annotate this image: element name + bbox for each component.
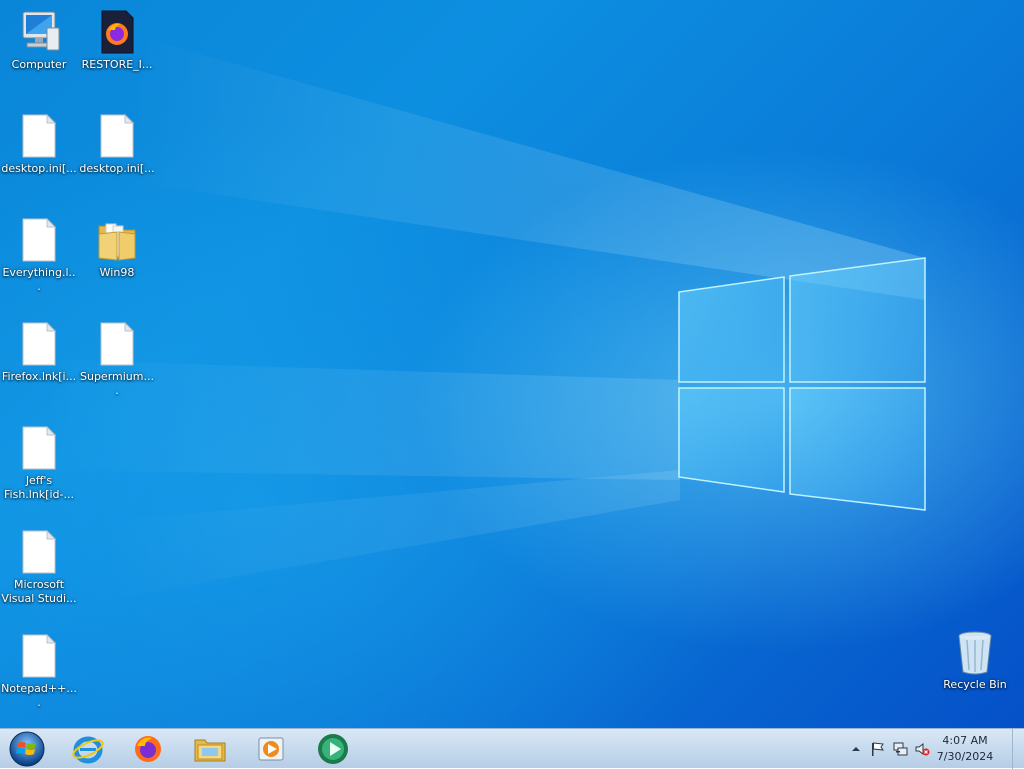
desktop-icon-notepad-plus[interactable]: Notepad++.... — [0, 632, 78, 710]
taskbar: 4:07 AM 7/30/2024 — [0, 728, 1024, 769]
folder-icon — [98, 223, 136, 261]
desktop-icon-desktop-ini-1[interactable]: desktop.ini[... — [0, 112, 78, 176]
windows-logo-icon — [9, 731, 45, 767]
taskbar-media-center[interactable] — [306, 731, 360, 767]
icon-label: Supermium.... — [80, 370, 154, 397]
icon-label: Firefox.lnk[i... — [1, 370, 77, 383]
desktop-icon-firefox-lnk[interactable]: Firefox.lnk[i... — [0, 320, 78, 384]
icon-label: RESTORE_I... — [81, 58, 153, 71]
desktop-icon-visual-studio[interactable]: Microsoft Visual Studi... — [0, 528, 78, 606]
file-icon — [22, 425, 57, 470]
show-hidden-icons-icon[interactable] — [848, 741, 864, 757]
computer-icon — [22, 11, 60, 51]
desktop-icon-restore[interactable]: RESTORE_I... — [78, 8, 156, 72]
desktop-icon-win98[interactable]: Win98 — [78, 216, 156, 280]
media-player-icon — [258, 737, 284, 761]
icon-label: Jeff's Fish.lnk[id-... — [4, 474, 74, 501]
taskbar-media-player[interactable] — [244, 731, 298, 767]
icon-label: Microsoft Visual Studi... — [1, 578, 77, 605]
file-icon — [22, 529, 57, 574]
icon-label: desktop.ini[... — [79, 162, 155, 175]
file-icon — [22, 321, 57, 366]
media-center-icon — [318, 734, 348, 764]
file-icon — [22, 113, 57, 158]
icon-label: Computer — [11, 58, 67, 71]
file-icon — [22, 633, 57, 678]
desktop-icon-jeffs-fish[interactable]: Jeff's Fish.lnk[id-... — [0, 424, 78, 502]
firefox-file-icon — [101, 10, 134, 54]
volume-muted-icon[interactable] — [914, 741, 930, 757]
desktop-icon-supermium[interactable]: Supermium.... — [78, 320, 156, 398]
start-button[interactable] — [4, 731, 50, 767]
desktop-icon-computer[interactable]: Computer — [0, 8, 78, 72]
desktop-icon-everything[interactable]: Everything.l... — [0, 216, 78, 294]
desktop-icon-desktop-ini-2[interactable]: desktop.ini[... — [78, 112, 156, 176]
taskbar-file-explorer[interactable] — [183, 731, 237, 767]
icon-label: desktop.ini[... — [1, 162, 77, 175]
icon-label: Notepad++.... — [1, 682, 77, 709]
file-icon — [100, 113, 135, 158]
system-tray: 4:07 AM 7/30/2024 — [834, 729, 1024, 769]
internet-explorer-icon — [72, 736, 104, 764]
icon-label: Win98 — [99, 266, 135, 279]
taskbar-internet-explorer[interactable] — [61, 731, 115, 767]
network-icon[interactable] — [892, 741, 908, 757]
show-desktop-button[interactable] — [1012, 729, 1024, 769]
file-icon — [100, 321, 135, 366]
icon-label: Recycle Bin — [943, 678, 1007, 691]
desktop[interactable]: Computer desktop.ini[... Everything.l...… — [0, 0, 1024, 728]
clock-time: 4:07 AM — [942, 734, 988, 747]
action-center-flag-icon[interactable] — [870, 741, 886, 757]
desktop-icon-recycle-bin[interactable]: Recycle Bin — [936, 628, 1014, 692]
clock[interactable]: 4:07 AM 7/30/2024 — [930, 733, 1000, 765]
taskbar-firefox[interactable] — [121, 731, 175, 767]
firefox-icon — [135, 736, 161, 762]
clock-date: 7/30/2024 — [936, 750, 994, 763]
file-icon — [22, 217, 57, 262]
icon-label: Everything.l... — [2, 266, 76, 293]
recycle-bin-icon — [958, 631, 992, 675]
folder-icon — [194, 739, 226, 762]
